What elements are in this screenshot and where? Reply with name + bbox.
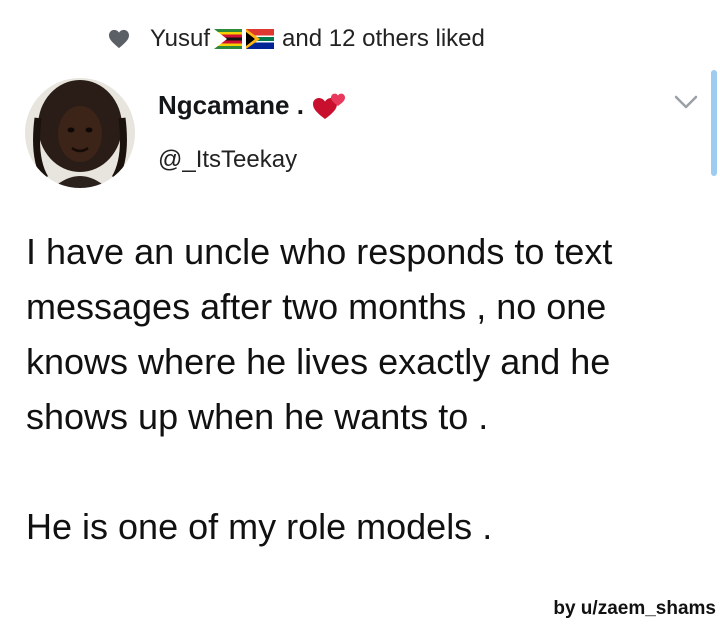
author-handle[interactable]: @_ItsTeekay xyxy=(158,146,297,174)
zimbabwe-flag-icon xyxy=(214,29,243,49)
heart-icon xyxy=(109,29,129,49)
author-display-name[interactable]: Ngcamane . xyxy=(158,90,346,121)
tweet-paragraph-1: I have an uncle who responds to text mes… xyxy=(26,231,613,437)
watermark-credit: by u/zaem_shams xyxy=(553,598,716,619)
tweet-text: I have an uncle who responds to text mes… xyxy=(26,224,706,554)
scrollbar[interactable] xyxy=(711,70,717,176)
liker-name[interactable]: Yusuf xyxy=(150,25,210,53)
avatar[interactable] xyxy=(25,78,135,188)
liked-by-row[interactable]: Yusuf and 12 others liked xyxy=(108,24,485,54)
liked-by-text: and 12 others liked xyxy=(282,25,485,52)
tweet-paragraph-2: He is one of my role models . xyxy=(26,506,493,547)
chevron-down-icon[interactable] xyxy=(672,92,700,112)
display-name-text: Ngcamane . xyxy=(158,90,304,120)
two-hearts-icon xyxy=(312,93,345,119)
south-africa-flag-icon xyxy=(246,29,275,49)
